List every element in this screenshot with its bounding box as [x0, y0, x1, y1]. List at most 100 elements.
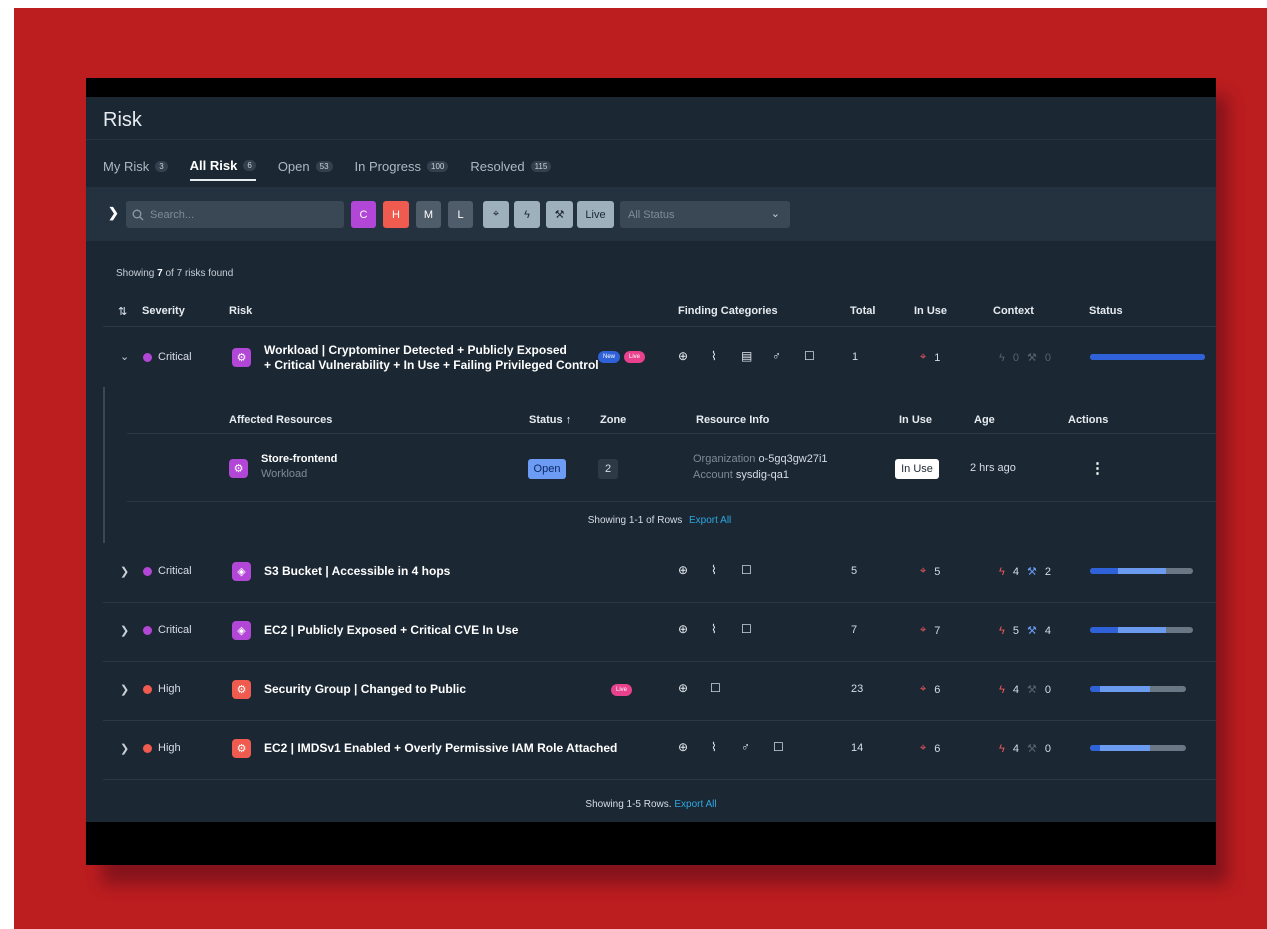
- bug-icon: ⌇: [711, 740, 717, 754]
- risk-row[interactable]: ❯ High ⚙ Security Group | Changed to Pub…: [86, 661, 1216, 720]
- severity-dot: [143, 626, 152, 635]
- col-res-status[interactable]: Status ↑: [529, 414, 571, 426]
- export-all-link[interactable]: Export All: [674, 799, 716, 810]
- resource-cell[interactable]: Store-frontend Workload: [261, 453, 337, 480]
- chevron-down-icon: ⌄: [770, 208, 780, 220]
- tab-in-progress[interactable]: In Progress 100: [355, 158, 449, 181]
- filter-toolbar: ❯ C H M L ⌖ ϟ ⚒ Live All Status ⌄: [86, 187, 1216, 241]
- age-value: 2 hrs ago: [970, 462, 1016, 474]
- collapse-chevron-icon[interactable]: ⌄: [120, 350, 129, 363]
- resource-type: Workload: [261, 468, 308, 480]
- fixes-value: 4: [1044, 624, 1051, 637]
- risk-row[interactable]: ⌄ Critical ⚙ Workload | Cryptominer Dete…: [86, 327, 1216, 387]
- filter-events-chip[interactable]: ϟ: [514, 201, 540, 228]
- filter-fix-chip[interactable]: ⚒: [546, 201, 573, 228]
- filter-live-chip[interactable]: Live: [577, 201, 614, 228]
- context-counts: ϟ 4 ⚒ 2: [999, 565, 1051, 579]
- col-resource-info[interactable]: Resource Info: [696, 414, 769, 426]
- expand-filters-chevron-icon[interactable]: ❯: [108, 205, 119, 221]
- total-count: 14: [851, 742, 864, 754]
- expand-chevron-icon[interactable]: ❯: [120, 683, 129, 696]
- fixes-value: 0: [1044, 351, 1051, 364]
- arrow-up-icon: ↑: [565, 414, 572, 426]
- tab-resolved[interactable]: Resolved 115: [470, 158, 552, 181]
- export-all-link[interactable]: Export All: [689, 515, 731, 526]
- risk-name[interactable]: Security Group | Changed to Public: [264, 682, 466, 697]
- status-open-button[interactable]: Open: [528, 459, 566, 479]
- risk-name[interactable]: EC2 | IMDSv1 Enabled + Overly Permissive…: [264, 741, 617, 756]
- tab-my-risk[interactable]: My Risk 3: [103, 158, 168, 181]
- col-in-use[interactable]: In Use: [914, 305, 947, 317]
- tab-label: In Progress: [354, 159, 422, 174]
- severity-label: High: [158, 683, 181, 695]
- col-finding-categories[interactable]: Finding Categories: [678, 305, 778, 317]
- filter-medium-chip[interactable]: M: [416, 201, 441, 228]
- filter-critical-chip[interactable]: C: [351, 201, 376, 228]
- progress-fill-resolved: [1090, 686, 1100, 692]
- risk-name-line2: + Critical Vulnerability + In Use + Fail…: [264, 358, 599, 372]
- bug-icon: ⌇: [711, 622, 717, 636]
- col-affected-resources[interactable]: Affected Resources: [229, 414, 332, 426]
- live-badge: Live: [611, 684, 632, 696]
- crosshair-icon: ⌖: [920, 742, 927, 754]
- filter-in-use-chip[interactable]: ⌖: [483, 201, 509, 228]
- tab-count: 53: [315, 161, 333, 172]
- context-counts: ϟ 5 ⚒ 4: [999, 624, 1051, 638]
- risk-name[interactable]: S3 Bucket | Accessible in 4 hops: [264, 564, 450, 579]
- chat-icon: ☐: [773, 740, 784, 754]
- context-counts: ϟ 4 ⚒ 0: [999, 742, 1051, 756]
- events-value: 4: [1012, 742, 1019, 755]
- col-total[interactable]: Total: [850, 305, 875, 317]
- col-actions: Actions: [1068, 414, 1109, 426]
- tab-open[interactable]: Open 53: [278, 158, 333, 181]
- search-input[interactable]: [150, 208, 330, 221]
- col-zone[interactable]: Zone: [600, 414, 626, 426]
- risk-row[interactable]: ❯ High ⚙ EC2 | IMDSv1 Enabled + Overly P…: [86, 720, 1216, 779]
- status-progress-bar: [1090, 627, 1193, 633]
- filter-low-chip[interactable]: L: [448, 201, 473, 228]
- status-progress-bar: [1090, 568, 1193, 574]
- severity-dot: [143, 685, 152, 694]
- events-value: 0: [1012, 351, 1019, 364]
- search-box[interactable]: [126, 201, 344, 228]
- app-window: Risk My Risk 3 All Risk 6 Open 53 In Progre…: [86, 78, 1216, 865]
- more-actions-icon[interactable]: ⋮: [1090, 459, 1105, 477]
- events-value: 4: [1012, 683, 1019, 696]
- risk-row[interactable]: ❯ Critical ◈ S3 Bucket | Accessible in 4…: [86, 543, 1216, 602]
- risk-name[interactable]: EC2 | Publicly Exposed + Critical CVE In…: [264, 623, 518, 638]
- expand-chevron-icon[interactable]: ❯: [120, 742, 129, 755]
- progress-fill: [1100, 686, 1151, 692]
- fixes-value: 2: [1044, 565, 1051, 578]
- status-select[interactable]: All Status ⌄: [620, 201, 790, 228]
- workload-chip-icon: ⚙: [232, 348, 251, 367]
- summary-suffix: of 7 risks found: [165, 268, 234, 279]
- in-use-count: ⌖ 5: [920, 565, 940, 578]
- risk-name[interactable]: Workload | Cryptominer Detected + Public…: [264, 343, 599, 373]
- risk-row[interactable]: ❯ Critical ◈ EC2 | Publicly Exposed + Cr…: [86, 602, 1216, 661]
- col-severity[interactable]: Severity: [142, 305, 185, 317]
- sub-row-divider: [127, 501, 1216, 502]
- table-footer: Showing 1-5 Rows. Export All: [86, 799, 1216, 810]
- lightning-icon: ϟ: [999, 565, 1005, 578]
- tab-all-risk[interactable]: All Risk 6: [189, 158, 256, 181]
- sort-icon[interactable]: ⇅: [118, 305, 127, 318]
- severity-label: High: [158, 742, 181, 754]
- filter-high-chip[interactable]: H: [383, 201, 409, 228]
- globe-icon: ⊕: [678, 681, 689, 695]
- expand-chevron-icon[interactable]: ❯: [120, 624, 129, 637]
- bucket-icon: ◈: [232, 562, 251, 581]
- col-context[interactable]: Context: [993, 305, 1034, 317]
- expand-chevron-icon[interactable]: ❯: [120, 565, 129, 578]
- lightning-icon: ϟ: [999, 683, 1005, 696]
- col-age[interactable]: Age: [974, 414, 995, 426]
- col-status[interactable]: Status: [1089, 305, 1123, 317]
- severity-label: Critical: [158, 565, 192, 577]
- account-value: sysdig-qa1: [735, 469, 790, 481]
- col-risk[interactable]: Risk: [229, 305, 252, 317]
- col-res-in-use[interactable]: In Use: [899, 414, 932, 426]
- total-count: 7: [851, 624, 858, 636]
- in-use-count: ⌖ 6: [920, 683, 940, 696]
- checklist-icon: ▤: [741, 349, 753, 363]
- wrench-icon: ⚒: [1026, 684, 1037, 696]
- sub-header-divider: [127, 433, 1216, 434]
